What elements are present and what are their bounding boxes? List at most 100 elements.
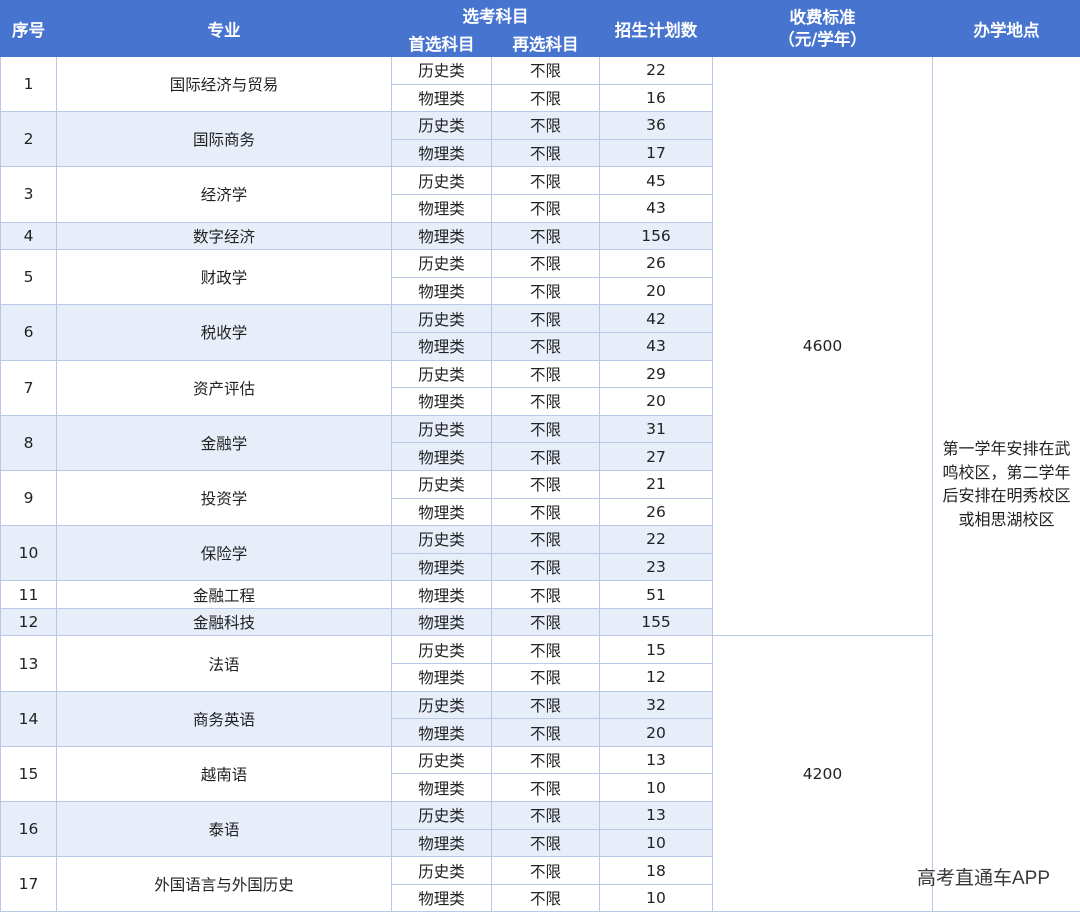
cell-secondary: 不限 [491,525,600,554]
cell-secondary: 不限 [491,469,600,499]
cell-primary: 物理类 [391,331,492,361]
cell-primary: 物理类 [391,442,492,471]
cell-quota: 20 [599,387,713,416]
cell-primary: 物理类 [391,607,492,637]
table-body: 1 国际经济与贸易 历史类 不限 22 4600 第一学年安排在武鸣校区，第二学年后安排在明… [0,55,1080,913]
cell-primary: 物理类 [391,497,492,527]
cell-quota: 10 [599,828,713,858]
cell-quota: 31 [599,414,713,444]
cell-major: 财政学 [56,249,392,306]
cell-secondary: 不限 [491,828,600,858]
cell-major: 税收学 [56,304,392,361]
cell-major: 金融工程 [56,580,392,609]
cell-secondary: 不限 [491,580,600,609]
cell-quota: 15 [599,635,713,665]
cell-secondary: 不限 [491,83,600,113]
cell-primary: 物理类 [391,552,492,582]
cell-quota: 17 [599,138,713,168]
cell-secondary: 不限 [491,193,600,223]
cell-secondary: 不限 [491,635,600,665]
cell-secondary: 不限 [491,773,600,803]
cell-no: 16 [0,801,57,858]
cell-quota: 13 [599,801,713,830]
cell-secondary: 不限 [491,745,600,775]
cell-primary: 物理类 [391,138,492,168]
cell-quota: 26 [599,249,713,278]
cell-primary: 物理类 [391,663,492,692]
cell-secondary: 不限 [491,138,600,168]
header-location: 办学地点 [932,0,1080,57]
cell-secondary: 不限 [491,552,600,582]
cell-secondary: 不限 [491,359,600,389]
cell-secondary: 不限 [491,607,600,637]
cell-no: 11 [0,580,57,609]
cell-primary: 历史类 [391,111,492,140]
cell-major: 国际经济与贸易 [56,55,392,113]
cell-major: 资产评估 [56,359,392,416]
cell-fee: 4600 [712,55,933,637]
cell-secondary: 不限 [491,166,600,195]
cell-major: 法语 [56,635,392,692]
cell-quota: 156 [599,221,713,251]
cell-primary: 历史类 [391,745,492,775]
header-subjects: 选考科目 [391,0,600,30]
cell-secondary: 不限 [491,276,600,306]
cell-secondary: 不限 [491,883,600,913]
table-row: 1 国际经济与贸易 历史类 不限 22 4600 第一学年安排在武鸣校区，第二学年后安排在明… [0,55,1080,913]
cell-quota: 26 [599,497,713,527]
cell-quota: 20 [599,718,713,747]
cell-quota: 22 [599,56,713,85]
cell-no: 12 [0,607,57,637]
cell-no: 14 [0,690,57,747]
cell-quota: 10 [599,773,713,803]
cell-secondary: 不限 [491,111,600,140]
cell-primary: 历史类 [391,635,492,665]
cell-primary: 物理类 [391,83,492,113]
cell-quota: 155 [599,607,713,637]
cell-major: 经济学 [56,166,392,223]
cell-no: 1 [0,55,57,113]
cell-secondary: 不限 [491,442,600,471]
cell-location: 第一学年安排在武鸣校区，第二学年后安排在明秀校区或相思湖校区 [932,55,1080,913]
cell-quota: 23 [599,552,713,582]
cell-quota: 13 [599,745,713,775]
cell-secondary: 不限 [491,497,600,527]
cell-major: 国际商务 [56,111,392,168]
cell-secondary: 不限 [491,718,600,747]
cell-secondary: 不限 [491,387,600,416]
header-fee-line2: （元/学年） [778,29,867,49]
cell-quota: 20 [599,276,713,306]
cell-primary: 历史类 [391,801,492,830]
cell-no: 9 [0,469,57,527]
cell-primary: 物理类 [391,276,492,306]
cell-major: 数字经济 [56,221,392,251]
cell-quota: 43 [599,193,713,223]
cell-no: 7 [0,359,57,416]
cell-major: 投资学 [56,469,392,527]
cell-quota: 27 [599,442,713,471]
cell-primary: 历史类 [391,414,492,444]
cell-primary: 历史类 [391,359,492,389]
cell-major: 外国语言与外国历史 [56,856,392,913]
admission-plan-table: 序号 专业 选考科目 招生计划数 收费标准 （元/学年） 办学地点 首选科目 再… [0,0,1080,913]
cell-quota: 21 [599,469,713,499]
cell-primary: 物理类 [391,718,492,747]
cell-no: 8 [0,414,57,471]
cell-primary: 物理类 [391,193,492,223]
header-major: 专业 [56,0,392,57]
cell-primary: 历史类 [391,690,492,720]
cell-primary: 历史类 [391,304,492,333]
cell-secondary: 不限 [491,414,600,444]
cell-secondary: 不限 [491,856,600,885]
cell-major: 金融学 [56,414,392,471]
cell-secondary: 不限 [491,690,600,720]
cell-primary: 历史类 [391,56,492,85]
cell-major: 保险学 [56,525,392,582]
cell-major: 越南语 [56,745,392,803]
cell-primary: 物理类 [391,580,492,609]
cell-secondary: 不限 [491,331,600,361]
cell-secondary: 不限 [491,221,600,251]
header-fee-line1: 收费标准 [789,7,856,27]
cell-no: 10 [0,525,57,582]
cell-primary: 物理类 [391,828,492,858]
